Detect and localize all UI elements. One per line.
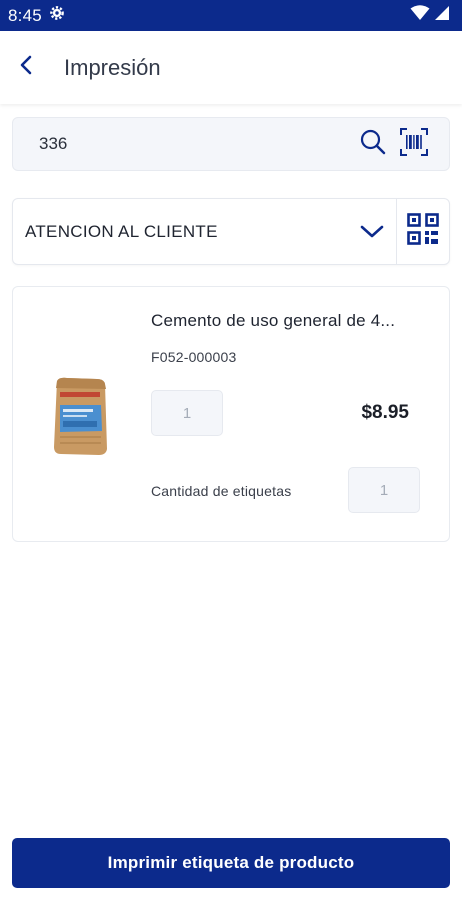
status-right xyxy=(410,5,450,26)
labels-count-label: Cantidad de etiquetas xyxy=(151,483,292,499)
chevron-down-icon[interactable] xyxy=(352,225,392,239)
cell-signal-icon xyxy=(434,5,450,26)
location-select[interactable]: ATENCION AL CLIENTE xyxy=(12,198,450,265)
app-bar: Impresión xyxy=(0,31,462,104)
search-input-value[interactable]: 336 xyxy=(39,134,359,154)
wifi-icon xyxy=(410,5,430,26)
search-icon[interactable] xyxy=(359,128,387,161)
search-actions xyxy=(359,127,429,162)
status-bar: 8:45 xyxy=(0,0,462,31)
product-name: Cemento de uso general de 4... xyxy=(151,311,396,330)
print-label-button[interactable]: Imprimir etiqueta de producto xyxy=(12,838,450,888)
search-field[interactable]: 336 xyxy=(12,117,450,171)
product-card[interactable]: Cemento de uso general de 4... F052-0000… xyxy=(12,286,450,542)
chevron-left-icon xyxy=(19,54,33,81)
product-price: $8.95 xyxy=(361,402,409,423)
qr-code-icon xyxy=(407,213,439,250)
status-time: 8:45 xyxy=(8,5,42,25)
status-left: 8:45 xyxy=(8,4,66,27)
barcode-scan-icon[interactable] xyxy=(399,127,429,162)
labels-count-input[interactable]: 1 xyxy=(348,467,420,513)
quantity-field[interactable]: 1 xyxy=(151,390,223,436)
cement-bag-image xyxy=(51,375,109,457)
product-code: F052-000003 xyxy=(151,349,237,365)
settings-gear-icon xyxy=(48,4,66,27)
page-title: Impresión xyxy=(64,54,161,80)
back-button[interactable] xyxy=(0,42,52,94)
location-select-value[interactable]: ATENCION AL CLIENTE xyxy=(13,222,352,242)
qr-code-button[interactable] xyxy=(397,198,449,265)
